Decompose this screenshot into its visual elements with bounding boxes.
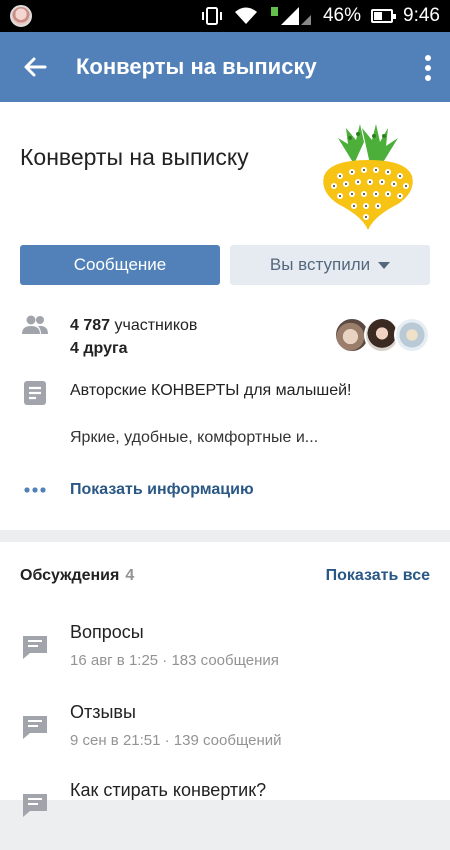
- turnip-logo[interactable]: [318, 120, 418, 232]
- topic-title: Как стирать конвертик?: [70, 780, 267, 800]
- app-bar: Конверты на выписку: [0, 32, 450, 102]
- topic-title: Отзывы: [70, 702, 136, 722]
- topic-title: Вопросы: [70, 622, 144, 642]
- description-line-2: Яркие, удобные, комфортные и...: [70, 429, 319, 446]
- topic-meta: 16 авг в 1:25 · 183 сообщения: [70, 652, 279, 669]
- joined-button-label: Вы вступили: [269, 255, 371, 274]
- caret-down-icon: [378, 261, 391, 269]
- friends-avatars[interactable]: [334, 317, 434, 353]
- wifi-icon: [234, 7, 257, 24]
- avatar: [394, 317, 430, 353]
- discussions-title-label: Обсуждения: [20, 567, 120, 584]
- topic-meta: 9 сен в 21:51 · 139 сообщений: [70, 732, 282, 749]
- topic-item[interactable]: Как стирать конвертик?: [0, 780, 450, 850]
- app-bar-title: Конверты на выписку: [76, 54, 317, 79]
- discussions-title: Обсуждения 4: [20, 567, 134, 585]
- status-bar: 46% 9:46: [0, 0, 450, 32]
- friends-count: 4 друга: [70, 340, 128, 357]
- battery-percent: 46%: [322, 5, 362, 26]
- show-info-link[interactable]: Показать информацию: [70, 481, 254, 499]
- discussions-card: Обсуждения 4 Показать все Вопросы 16 авг …: [0, 542, 450, 817]
- signal-icon: [270, 7, 311, 25]
- chat-icon: [23, 636, 47, 659]
- more-horizontal-icon[interactable]: [24, 487, 46, 493]
- battery-icon: [371, 9, 397, 23]
- description-icon: [24, 381, 46, 405]
- description-line-1: Авторские КОНВЕРТЫ для малышей!: [70, 382, 352, 399]
- show-all-link[interactable]: Показать все: [326, 567, 430, 585]
- members-count: 4 787: [70, 317, 111, 334]
- topic-item[interactable]: Отзывы 9 сен в 21:51 · 139 сообщений: [0, 702, 450, 772]
- joined-button[interactable]: Вы вступили: [230, 245, 430, 285]
- people-icon: [22, 315, 48, 334]
- members-info[interactable]: 4 787 участников 4 друга: [70, 314, 197, 360]
- chat-icon: [23, 716, 47, 739]
- message-button-label: Сообщение: [73, 255, 167, 274]
- notification-avatar-icon: [10, 5, 32, 27]
- clock: 9:46: [403, 5, 440, 26]
- members-count-suffix: участников: [110, 317, 198, 334]
- vibrate-icon: [201, 7, 222, 25]
- status-icons: 46% 9:46: [201, 0, 440, 32]
- arrow-left-icon[interactable]: [20, 52, 50, 82]
- message-button[interactable]: Сообщение: [20, 245, 220, 285]
- more-vertical-icon[interactable]: [424, 54, 432, 82]
- discussions-count: 4: [125, 567, 135, 584]
- chat-icon: [23, 794, 47, 817]
- topic-item[interactable]: Вопросы 16 авг в 1:25 · 183 сообщения: [0, 622, 450, 692]
- group-header-card: Конверты на выписку Сообщение Вы вступил…: [0, 102, 450, 530]
- group-name: Конверты на выписку: [20, 144, 249, 170]
